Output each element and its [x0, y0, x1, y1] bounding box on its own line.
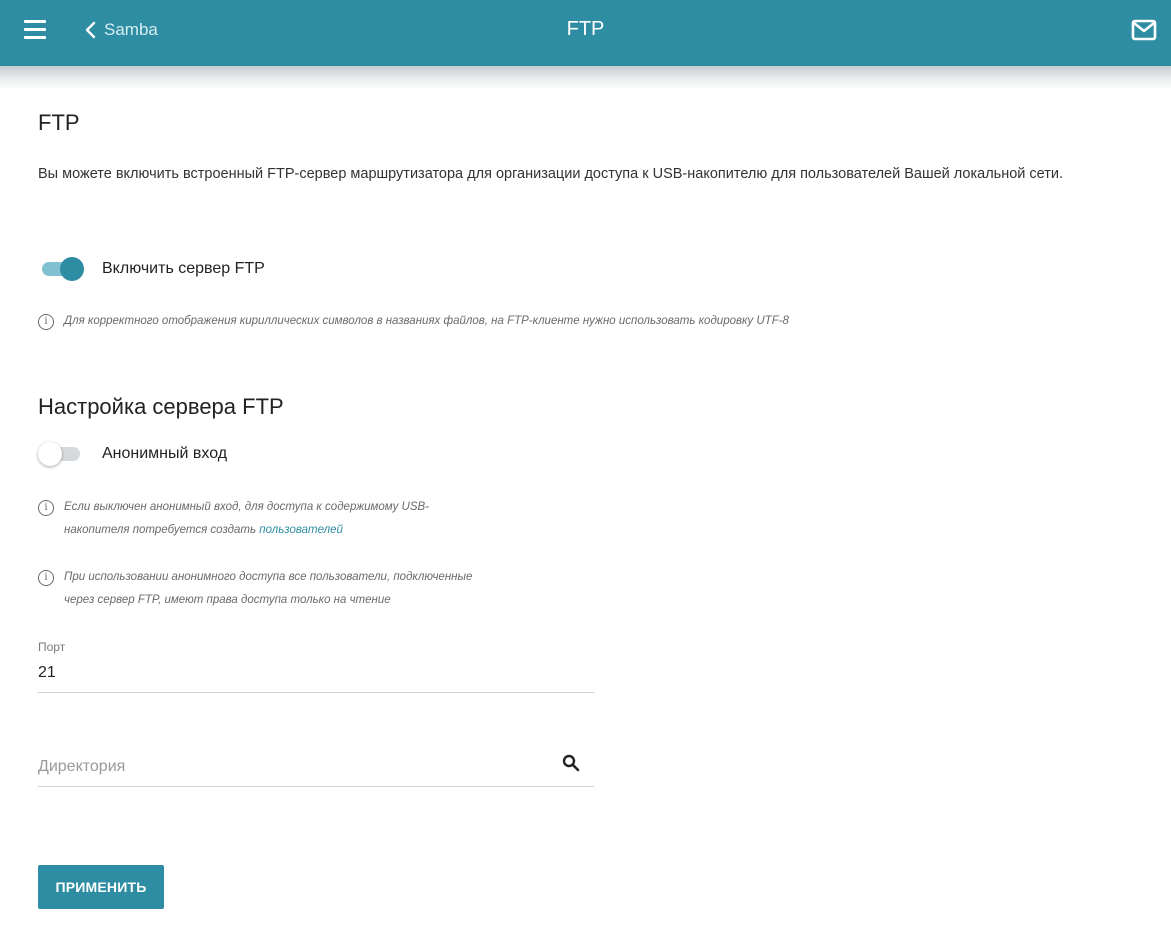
create-users-link[interactable]: пользователей: [259, 524, 343, 536]
page-title: FTP: [566, 18, 605, 40]
toggle-knob: [38, 442, 62, 466]
back-button[interactable]: Samba: [84, 17, 158, 43]
info-icon: i: [38, 500, 54, 516]
search-icon: [562, 754, 580, 772]
readonly-note-line2: через сервер FTP, имеют права доступа то…: [64, 594, 391, 606]
anonymous-login-toggle[interactable]: Анонимный вход: [38, 442, 228, 466]
back-label: Samba: [104, 20, 158, 39]
apply-button[interactable]: ПРИМЕНИТЬ: [38, 865, 164, 909]
toggle-knob: [60, 257, 84, 281]
menu-button[interactable]: [24, 20, 46, 40]
main-content: FTP Вы можете включить встроенный FTP-се…: [38, 110, 1138, 909]
anonymous-note-line1: Если выключен анонимный вход, для доступ…: [64, 501, 429, 513]
port-input[interactable]: [38, 658, 538, 692]
encoding-note: i Для корректного отображения кирилличес…: [38, 310, 1098, 333]
menu-icon: [24, 20, 46, 39]
settings-title: Настройка сервера FTP: [38, 394, 284, 419]
enable-ftp-label: Включить сервер FTP: [102, 260, 265, 277]
mail-icon: [1131, 19, 1157, 41]
anonymous-note: i Если выключен анонимный вход, для дост…: [38, 496, 598, 542]
directory-field: [38, 752, 594, 787]
readonly-note: i При использовании анонимного доступа в…: [38, 566, 598, 612]
enable-ftp-toggle[interactable]: Включить сервер FTP: [42, 257, 265, 281]
port-field: Порт: [38, 640, 594, 693]
encoding-note-text: Для корректного отображения кириллически…: [64, 315, 789, 327]
readonly-note-line1: При использовании анонимного доступа все…: [64, 571, 473, 583]
intro-text: Вы можете включить встроенный FTP-сервер…: [38, 166, 1064, 182]
toggle-track: [42, 257, 84, 281]
anonymous-note-text: Если выключен анонимный вход, для доступ…: [64, 496, 429, 542]
chevron-left-icon: [85, 21, 96, 39]
port-label: Порт: [38, 640, 66, 654]
info-icon: i: [38, 314, 54, 330]
readonly-note-text: При использовании анонимного доступа все…: [64, 566, 472, 612]
header-shadow: [0, 66, 1171, 90]
top-bar: Samba FTP: [0, 0, 1171, 66]
anonymous-note-line2: накопителя потребуется создать: [64, 524, 260, 536]
info-icon: i: [38, 570, 54, 586]
anonymous-login-label: Анонимный вход: [102, 445, 228, 462]
directory-search-button[interactable]: [562, 754, 580, 772]
section-title: FTP: [38, 110, 80, 135]
directory-input[interactable]: [38, 752, 538, 786]
toggle-track: [38, 442, 80, 466]
notifications-button[interactable]: [1131, 18, 1157, 42]
